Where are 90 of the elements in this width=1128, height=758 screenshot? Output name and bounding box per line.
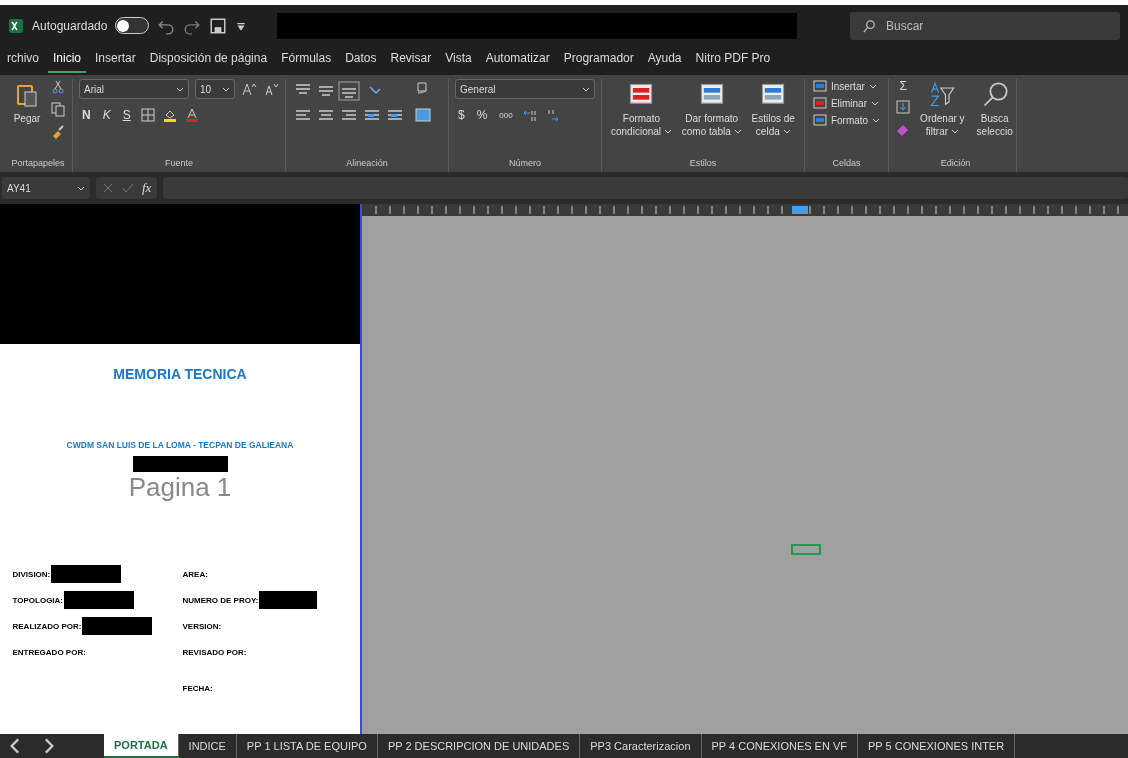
autosum-button[interactable]: Σ [895, 79, 912, 93]
caret-icon [222, 86, 230, 92]
group-label: Alineación [345, 157, 389, 170]
font-name-field[interactable]: Arial [79, 79, 189, 99]
menu-tab[interactable]: Disposición de página [144, 44, 273, 73]
field-label: REALIZADO POR: [12, 621, 82, 631]
field-label: TOPOLOGIA: [12, 595, 64, 605]
check-icon[interactable] [122, 182, 134, 194]
cells-icon [812, 80, 827, 92]
selected-cell [791, 544, 821, 555]
menu-tab[interactable]: Insertar [90, 44, 141, 73]
autosave-toggle[interactable] [115, 17, 150, 34]
caret-icon [733, 129, 742, 135]
menu-tab[interactable]: rchivo [2, 44, 44, 73]
group-label: Número [508, 157, 542, 170]
cells-button[interactable]: Insertar [810, 79, 879, 93]
caret-icon [871, 100, 879, 106]
style-button[interactable]: Dar formato como tabla [678, 79, 745, 140]
caret-icon [868, 83, 877, 89]
excel-logo-icon [8, 17, 24, 34]
caret-icon [77, 185, 85, 191]
cells-icon [812, 114, 827, 126]
caret-icon [176, 86, 184, 92]
menu-tab[interactable]: Revisar [385, 44, 437, 73]
caret-icon [782, 129, 791, 135]
bold-button[interactable]: N [79, 108, 94, 122]
caret-icon [582, 86, 590, 92]
caret-icon [950, 129, 959, 135]
autosave-label: Autoguardado [32, 18, 108, 33]
borders-icon[interactable] [139, 107, 156, 123]
italic-button[interactable]: K [99, 108, 114, 122]
number-format-field[interactable]: General [455, 79, 595, 99]
underline-button[interactable]: S [119, 108, 134, 122]
percent-button[interactable]: % [473, 108, 491, 122]
function-button[interactable]: fx [142, 180, 152, 196]
name-box[interactable]: AY41 [2, 177, 90, 199]
menu-tab[interactable]: Ayuda [642, 44, 687, 73]
sheet-tab[interactable]: PP 4 CONEXIONES EN VF [701, 734, 859, 758]
group-label: Portapapeles [10, 157, 66, 170]
sort-filter-icon [928, 81, 957, 109]
grow-font-icon[interactable] [241, 81, 257, 97]
sheet-tab[interactable]: PP 2 DESCRIPCION DE UNIDADES [377, 734, 581, 758]
caret-icon [872, 117, 881, 123]
currency-button[interactable]: $ [455, 108, 468, 122]
menu-tab[interactable]: Vista [440, 44, 477, 73]
menu-tab[interactable]: Inicio [48, 44, 87, 73]
page-watermark: Pagina 1 [128, 474, 232, 500]
style-button[interactable]: Formato condicional [608, 79, 675, 140]
style-button[interactable]: Estilos de celda [748, 79, 798, 140]
sheet-tab[interactable]: PP3 Caracterizacion [580, 734, 702, 758]
fill-icon[interactable] [895, 99, 912, 115]
sheet-tab[interactable]: INDICE [178, 734, 237, 758]
find-select-button[interactable]: Busca seleccio [973, 79, 1016, 140]
copy-icon[interactable] [50, 101, 66, 117]
group-label: Fuente [164, 157, 194, 170]
menu-tab[interactable]: Programador [558, 44, 639, 73]
cover-subtitle: CWDM SAN LUIS DE LA LOMA - TECPAN DE GALIEANA [66, 440, 294, 450]
field-label: REVISADO POR: [182, 647, 247, 657]
group-label: Edición [939, 157, 972, 170]
sheet-tab[interactable]: PORTADA [104, 734, 179, 758]
sheet-tab[interactable]: PP 5 CONEXIONES INTER [858, 734, 1016, 758]
group-label: Celdas [831, 157, 862, 170]
paste-button[interactable]: Pegar [10, 79, 44, 128]
field-label: AREA: [182, 569, 208, 579]
shrink-font-icon[interactable] [263, 81, 279, 97]
menu-tab[interactable]: Datos [340, 44, 382, 73]
field-label: DIVISION: [12, 569, 51, 579]
field-label: VERSION: [182, 621, 222, 631]
menu-tab[interactable]: Nitro PDF Pro [690, 44, 776, 73]
cells-icon [812, 97, 827, 109]
save-icon[interactable] [209, 16, 228, 35]
search-icon [862, 18, 877, 34]
cells-button[interactable]: Eliminar [810, 96, 881, 110]
menu-tab[interactable]: Fórmulas [276, 44, 337, 73]
field-label: ENTREGADO POR: [12, 647, 86, 657]
menu-tab[interactable]: Automatizar [480, 44, 555, 73]
font-size-field[interactable]: 10 [195, 79, 235, 99]
thousands-button[interactable]: 000 [496, 110, 516, 120]
sheet-tab[interactable]: PP 1 LISTA DE EQUIPO [236, 734, 378, 758]
cover-title: MEMORIA TECNICA [113, 366, 247, 382]
field-label: NUMERO DE PROY: [182, 595, 259, 605]
caret-icon [663, 129, 672, 135]
font-color-icon[interactable] [183, 107, 200, 123]
field-label: FECHA: [182, 683, 213, 693]
cancel-icon[interactable] [102, 182, 114, 194]
search-field[interactable]: Buscar [850, 11, 1120, 40]
group-label: Estilos [688, 157, 718, 170]
cells-button[interactable]: Formato [810, 113, 883, 127]
sort-filter-button[interactable]: Ordenar y filtrar [917, 79, 968, 140]
cut-icon[interactable] [50, 79, 66, 95]
